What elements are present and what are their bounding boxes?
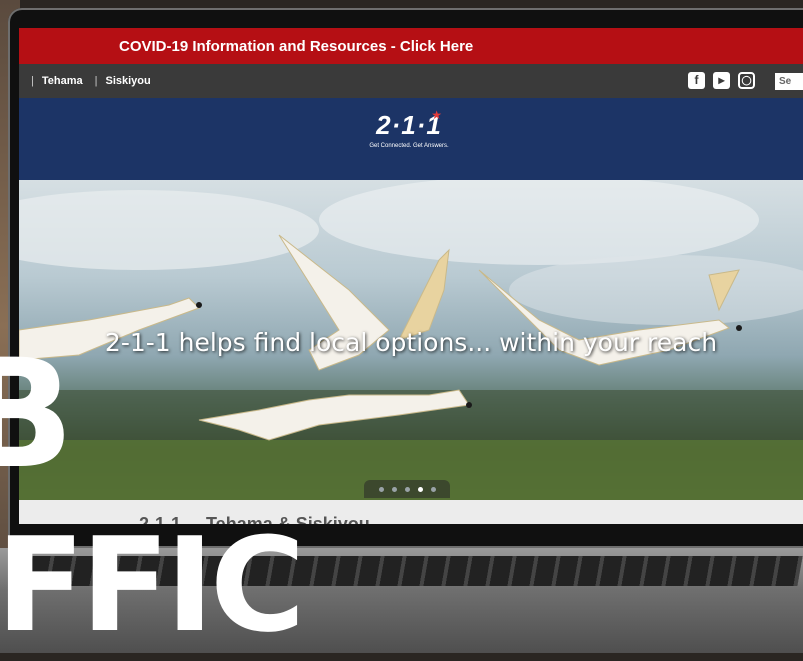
logo-mark: 2·1·1	[376, 110, 442, 140]
overlay-big-text: FFIC	[0, 509, 305, 661]
website-screen: COVID-19 Information and Resources - Cli…	[19, 28, 803, 524]
hero-carousel[interactable]: 2-1-1 helps find local options... within…	[19, 180, 803, 500]
top-nav: | Tehama | Siskiyou f ▸ ◯ Se	[19, 64, 803, 98]
facebook-icon[interactable]: f	[688, 72, 705, 89]
carousel-indicators	[364, 480, 450, 498]
social-links: f ▸ ◯	[688, 72, 755, 89]
nav-link-siskiyou[interactable]: Siskiyou	[105, 75, 150, 87]
carousel-dot-active[interactable]	[417, 486, 423, 492]
logo-tagline: Get Connected. Get Answers.	[369, 143, 449, 149]
star-icon: ★	[431, 108, 442, 122]
carousel-dot[interactable]	[404, 486, 410, 492]
carousel-dot[interactable]	[378, 486, 384, 492]
site-logo[interactable]: 2·1·1 ★ Get Connected. Get Answers.	[354, 108, 464, 170]
covid-banner-link[interactable]: COVID-19 Information and Resources - Cli…	[119, 38, 473, 55]
twitter-icon[interactable]: ▸	[713, 72, 730, 89]
carousel-dot[interactable]	[430, 486, 436, 492]
covid-banner[interactable]: COVID-19 Information and Resources - Cli…	[19, 28, 803, 64]
instagram-icon[interactable]: ◯	[738, 72, 755, 89]
hero-headline: 2-1-1 helps find local options... within…	[104, 328, 718, 357]
site-header: 2·1·1 ★ Get Connected. Get Answers.	[19, 98, 803, 180]
nav-link-tehama[interactable]: Tehama	[42, 75, 83, 87]
overlay-letter: B	[0, 328, 75, 502]
search-input[interactable]: Se	[775, 73, 803, 90]
carousel-dot[interactable]	[391, 486, 397, 492]
